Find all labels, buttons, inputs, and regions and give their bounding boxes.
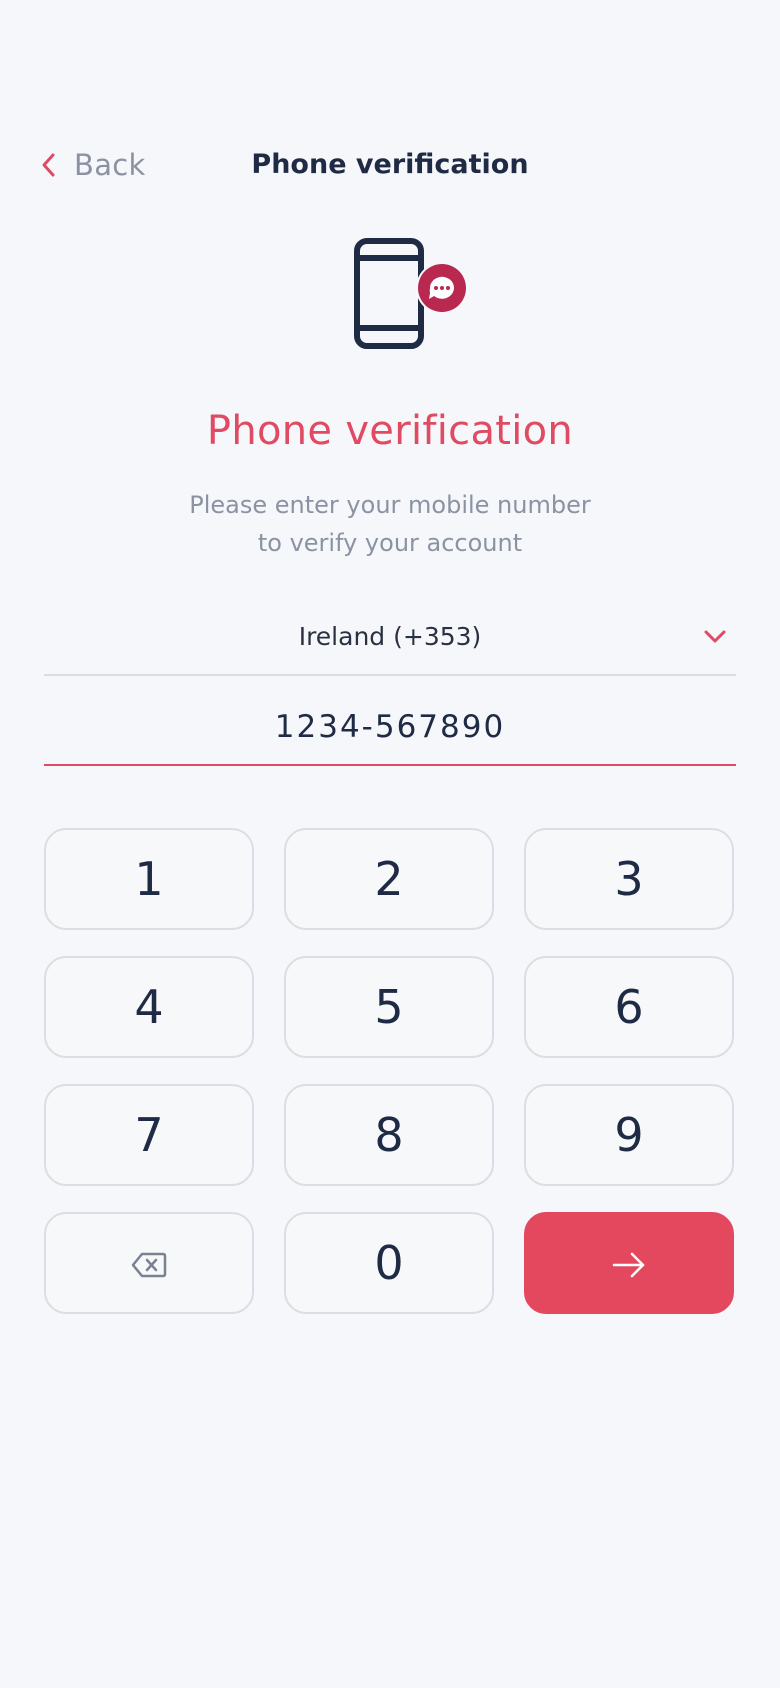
phone-input-field: [44, 692, 736, 766]
subtitle: Please enter your mobile number to verif…: [150, 486, 630, 562]
key-8[interactable]: 8: [284, 1084, 494, 1186]
key-3[interactable]: 3: [524, 828, 734, 930]
key-5[interactable]: 5: [284, 956, 494, 1058]
key-6[interactable]: 6: [524, 956, 734, 1058]
key-7[interactable]: 7: [44, 1084, 254, 1186]
key-9[interactable]: 9: [524, 1084, 734, 1186]
submit-button[interactable]: [524, 1212, 734, 1314]
header: Back Phone verification: [0, 135, 780, 195]
subtitle-line-1: Please enter your mobile number: [189, 491, 591, 519]
arrow-right-icon: [611, 1236, 647, 1290]
phone-message-icon: [354, 238, 474, 350]
key-2[interactable]: 2: [284, 828, 494, 930]
backspace-button[interactable]: [44, 1212, 254, 1314]
backspace-icon: [131, 1236, 167, 1290]
page-title: Phone verification: [251, 149, 529, 180]
key-0[interactable]: 0: [284, 1212, 494, 1314]
country-select[interactable]: Ireland (+353): [44, 604, 736, 676]
key-4[interactable]: 4: [44, 956, 254, 1058]
country-value: Ireland (+353): [298, 622, 482, 651]
phone-number-input[interactable]: [44, 692, 736, 762]
subtitle-line-2: to verify your account: [257, 529, 523, 557]
key-1[interactable]: 1: [44, 828, 254, 930]
main-title: Phone verification: [206, 408, 574, 454]
chevron-down-icon: [702, 626, 728, 648]
